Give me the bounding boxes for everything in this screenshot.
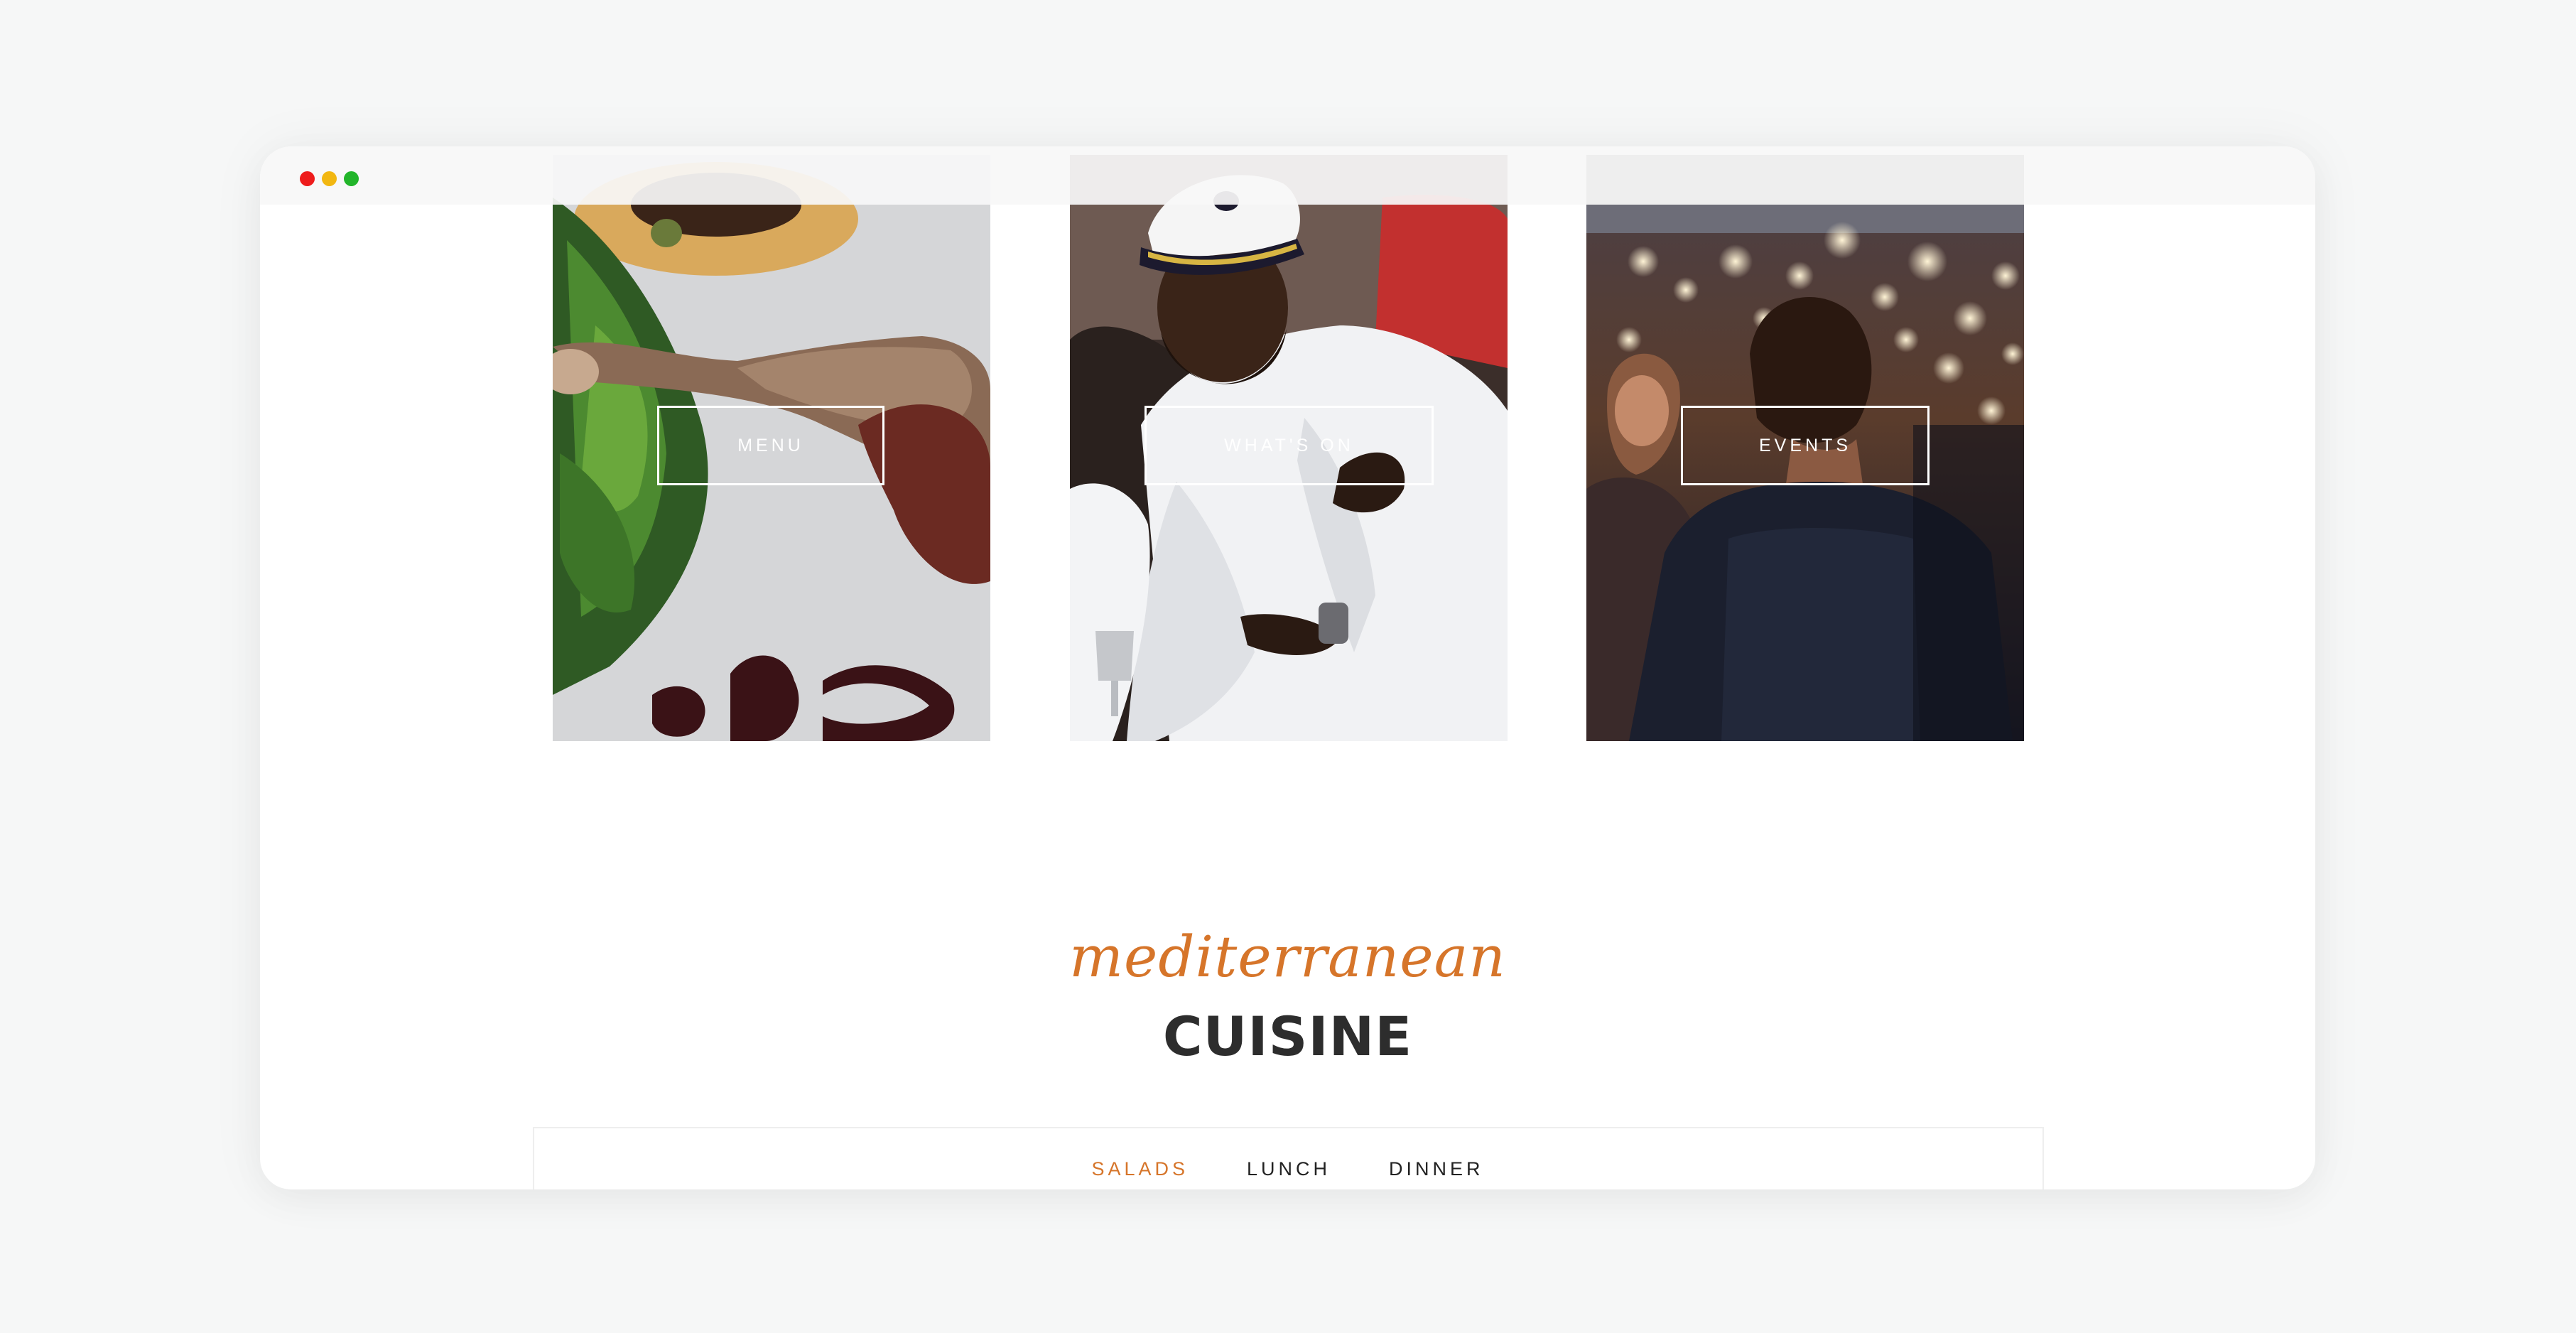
menu-tabs: SALADS LUNCH DINNER: [260, 1158, 2315, 1180]
menu-card[interactable]: MENU: [553, 155, 990, 741]
whats-on-button[interactable]: WHAT'S ON: [1144, 406, 1434, 485]
browser-window: MENU WHAT'S ON EVENTS mediterranean CUIS…: [260, 146, 2315, 1189]
section-script-title: mediterranean: [1069, 924, 1506, 990]
window-titlebar: [260, 146, 2315, 205]
tab-salads[interactable]: SALADS: [1091, 1158, 1189, 1180]
whats-on-card[interactable]: WHAT'S ON: [1070, 155, 1508, 741]
events-card[interactable]: EVENTS: [1586, 155, 2024, 741]
minimize-window-button[interactable]: [322, 171, 337, 186]
events-button[interactable]: EVENTS: [1681, 406, 1930, 485]
maximize-window-button[interactable]: [344, 171, 359, 186]
close-window-button[interactable]: [300, 171, 315, 186]
section-title: CUISINE: [1162, 1005, 1413, 1068]
menu-button[interactable]: MENU: [657, 406, 884, 485]
tab-lunch[interactable]: LUNCH: [1247, 1158, 1331, 1180]
tab-dinner[interactable]: DINNER: [1389, 1158, 1484, 1180]
